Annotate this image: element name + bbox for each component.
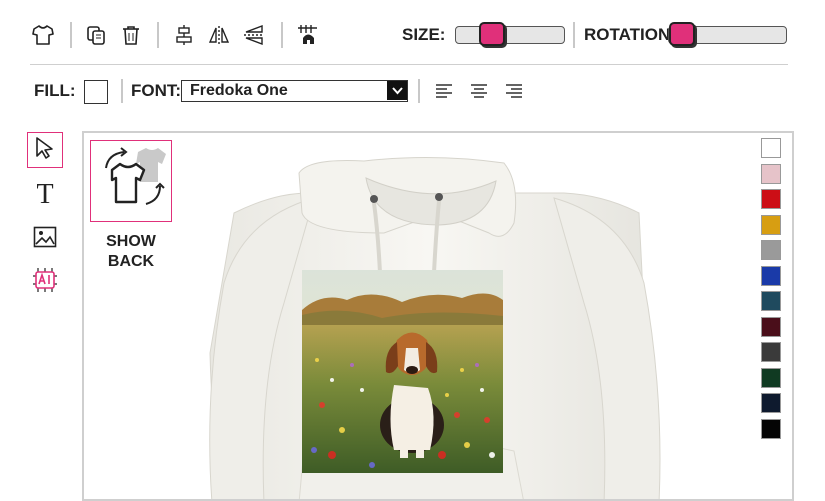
align-right-icon[interactable] bbox=[500, 78, 528, 106]
show-back-label-line1: SHOW bbox=[106, 233, 156, 250]
show-back-label-line2: BACK bbox=[107, 253, 155, 270]
color-swatch[interactable] bbox=[761, 316, 781, 337]
color-swatch[interactable] bbox=[761, 367, 781, 388]
align-center-icon[interactable] bbox=[170, 21, 198, 49]
ai-tool[interactable] bbox=[27, 264, 63, 300]
size-slider-thumb[interactable] bbox=[478, 22, 505, 46]
text-tool[interactable]: T bbox=[27, 177, 63, 213]
ai-icon bbox=[32, 267, 58, 298]
top-toolbar: SIZE: ROTATION: bbox=[0, 14, 825, 56]
image-tool[interactable] bbox=[27, 221, 63, 257]
cursor-icon bbox=[34, 136, 56, 165]
color-swatch[interactable] bbox=[761, 393, 781, 413]
separator bbox=[573, 22, 575, 48]
font-select[interactable]: Fredoka One bbox=[181, 80, 408, 102]
color-swatch[interactable] bbox=[761, 418, 781, 439]
text-icon: T bbox=[36, 179, 54, 210]
fill-color-picker[interactable] bbox=[84, 80, 108, 104]
size-slider[interactable] bbox=[455, 22, 565, 46]
show-back-button[interactable] bbox=[90, 140, 172, 222]
align-center-text-icon[interactable] bbox=[465, 78, 493, 106]
color-swatch[interactable] bbox=[761, 240, 781, 260]
divider bbox=[30, 64, 788, 65]
rotation-slider[interactable] bbox=[668, 22, 787, 46]
rotation-label: ROTATION: bbox=[584, 25, 676, 44]
color-swatches bbox=[761, 138, 781, 444]
separator bbox=[70, 22, 72, 48]
color-swatch[interactable] bbox=[761, 291, 781, 311]
image-icon bbox=[33, 226, 57, 253]
flip-vertical-icon[interactable] bbox=[240, 21, 268, 49]
trash-icon[interactable] bbox=[117, 21, 145, 49]
design-image-beagle[interactable] bbox=[302, 270, 503, 473]
color-swatch[interactable] bbox=[761, 189, 781, 209]
font-label: FONT: bbox=[131, 81, 182, 100]
duplicate-icon[interactable] bbox=[82, 21, 110, 49]
layer-icon[interactable] bbox=[294, 21, 322, 49]
color-swatch[interactable] bbox=[761, 342, 781, 362]
rotation-slider-thumb[interactable] bbox=[669, 22, 695, 46]
align-left-icon[interactable] bbox=[430, 78, 458, 106]
fill-label: FILL: bbox=[34, 81, 76, 100]
flip-horizontal-icon[interactable] bbox=[205, 21, 233, 49]
chevron-down-icon bbox=[387, 81, 407, 100]
color-swatch[interactable] bbox=[761, 138, 781, 158]
tshirt-icon[interactable] bbox=[29, 21, 57, 49]
separator bbox=[418, 79, 420, 103]
color-swatch[interactable] bbox=[761, 214, 781, 235]
separator bbox=[157, 22, 159, 48]
size-label: SIZE: bbox=[402, 25, 446, 44]
color-swatch[interactable] bbox=[761, 163, 781, 184]
color-swatch[interactable] bbox=[761, 265, 781, 286]
show-back-label[interactable]: SHOW BACK bbox=[90, 232, 172, 272]
separator bbox=[281, 22, 283, 48]
rotate-tshirt-icon bbox=[96, 144, 166, 219]
separator bbox=[121, 79, 123, 103]
font-select-value: Fredoka One bbox=[190, 82, 288, 99]
select-tool[interactable] bbox=[27, 132, 63, 168]
